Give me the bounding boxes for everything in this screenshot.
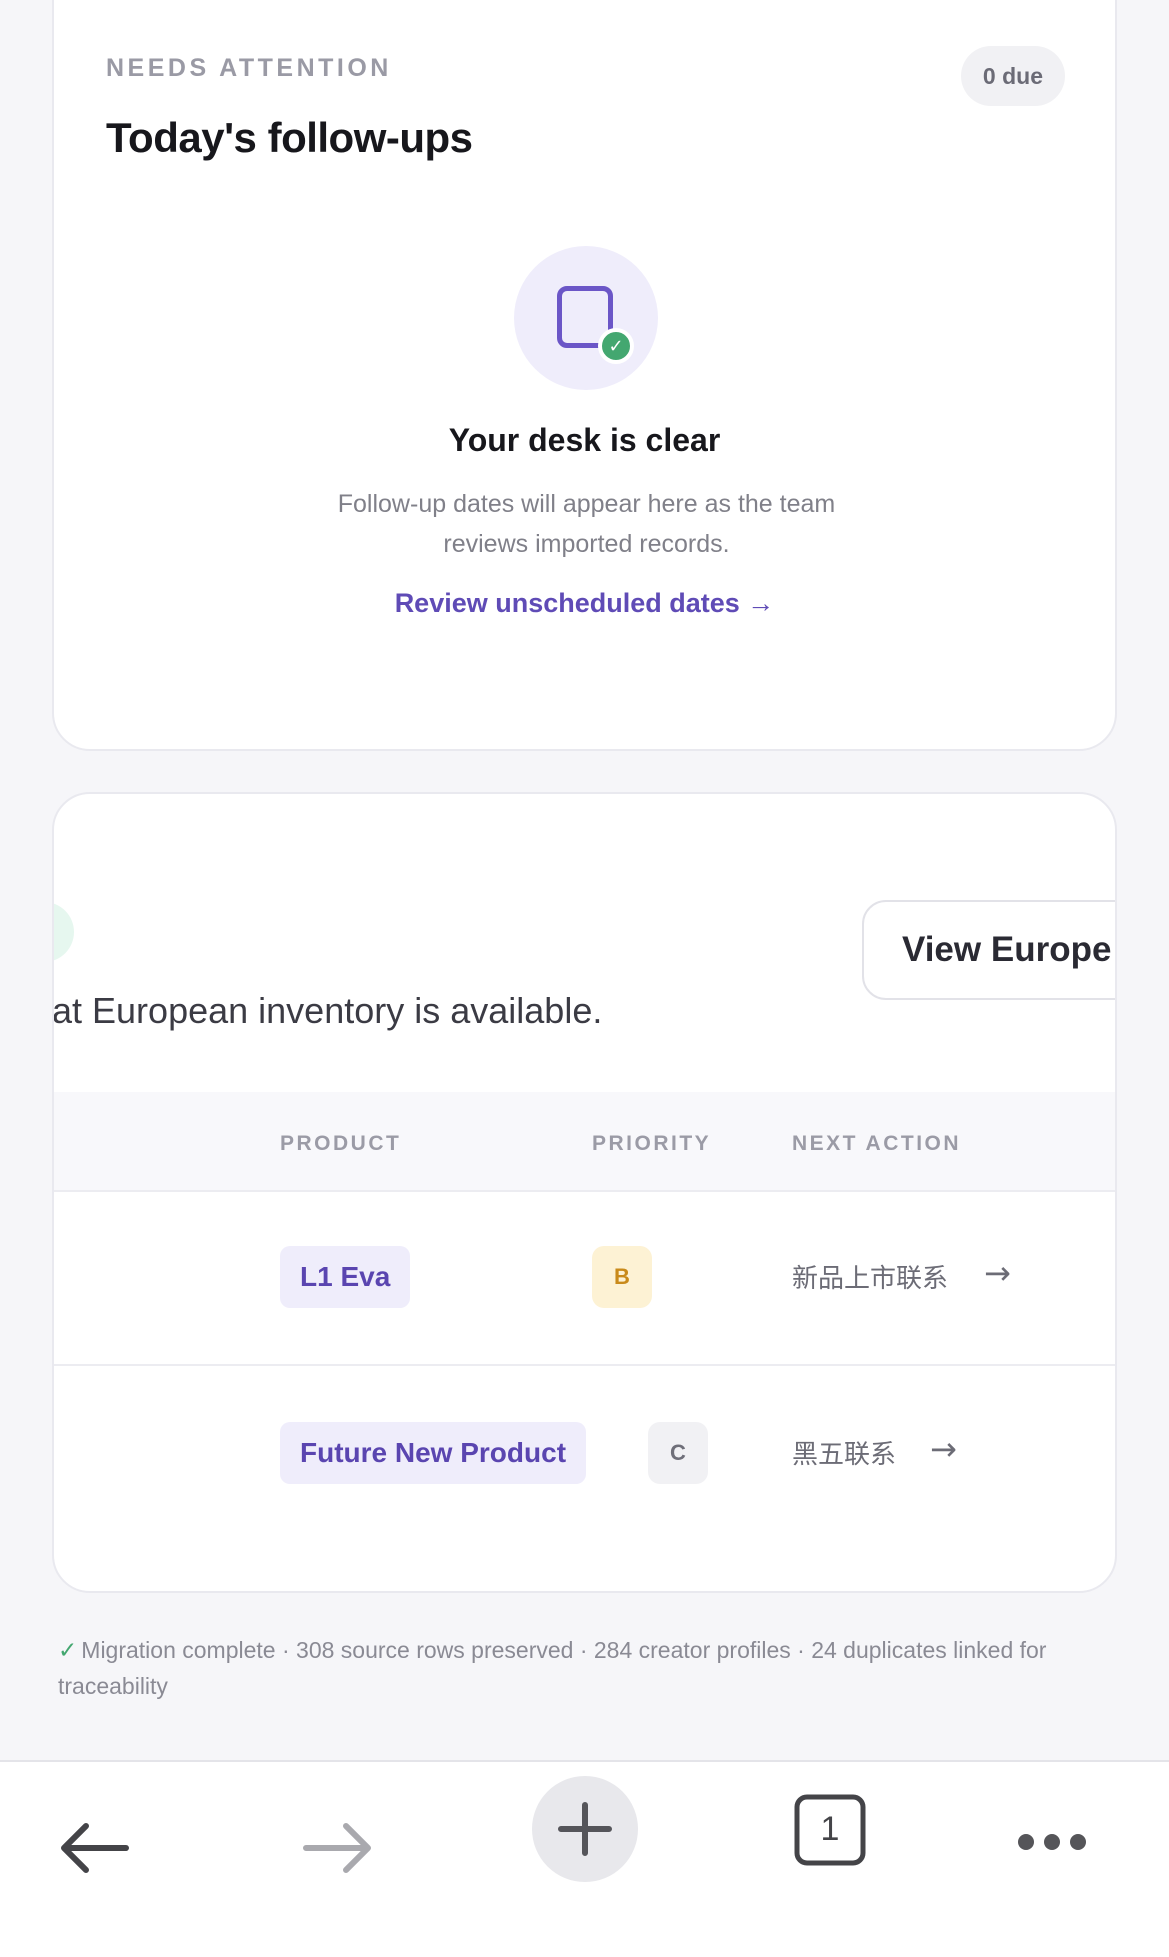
product-chip[interactable]: Future New Product xyxy=(280,1422,587,1484)
column-header-product: PRODUCT xyxy=(280,1132,402,1155)
forward-arrow-icon[interactable] xyxy=(302,1822,374,1879)
success-check-icon: ✓ xyxy=(58,1637,78,1663)
checkmark-icon: ✓ xyxy=(598,328,634,364)
product-chip[interactable]: L1 Eva xyxy=(280,1246,411,1308)
status-dot-icon xyxy=(54,902,74,962)
priority-badge: B xyxy=(592,1246,652,1308)
section-eyebrow: NEEDS ATTENTION xyxy=(106,54,392,82)
table-header: PRODUCT PRIORITY NEXT ACTION xyxy=(54,1092,1115,1192)
next-action-text: 黑五联系 xyxy=(792,1440,897,1470)
tab-count: 1 xyxy=(820,1810,840,1848)
more-icon[interactable] xyxy=(1016,1832,1088,1857)
arrow-right-icon[interactable]: → xyxy=(930,1430,957,1468)
inventory-notice: at European inventory is available. xyxy=(52,990,603,1031)
empty-state-text: Follow-up dates will appear here as the … xyxy=(337,490,836,558)
migration-status-note: ✓ Migration complete · 308 source rows pr… xyxy=(58,1632,1098,1704)
new-tab-button[interactable] xyxy=(532,1776,638,1882)
arrow-right-icon[interactable]: → xyxy=(984,1254,1011,1292)
card-title: Today's follow-ups xyxy=(106,114,473,161)
followups-card: NEEDS ATTENTION Today's follow-ups 0 due… xyxy=(52,0,1117,751)
europe-inventory-card: View Europe → at European inventory is a… xyxy=(52,792,1117,1593)
migration-status-text: Migration complete · 308 source rows pre… xyxy=(58,1637,1047,1699)
empty-state-title: Your desk is clear xyxy=(448,422,721,458)
review-unscheduled-link[interactable]: Review unscheduled dates → xyxy=(54,588,1115,619)
empty-state-icon: ✓ xyxy=(514,246,658,390)
table-row[interactable]: Future New Product C 黑五联系 → xyxy=(54,1368,1115,1542)
tabs-icon[interactable]: 1 xyxy=(792,1792,868,1873)
view-europe-button[interactable]: View Europe → xyxy=(862,900,1115,1000)
back-arrow-icon[interactable] xyxy=(58,1822,130,1879)
column-header-priority: PRIORITY xyxy=(592,1132,712,1155)
priority-badge: C xyxy=(648,1422,708,1484)
table-row[interactable]: L1 Eva B 新品上市联系 → xyxy=(54,1192,1115,1366)
plus-icon xyxy=(558,1802,612,1856)
browser-toolbar: 1 xyxy=(0,1760,1169,1957)
due-count-badge: 0 due xyxy=(960,46,1065,106)
next-action-text: 新品上市联系 xyxy=(792,1264,949,1294)
column-header-next-action: NEXT ACTION xyxy=(792,1132,962,1155)
page: NEEDS ATTENTION Today's follow-ups 0 due… xyxy=(0,0,1169,1957)
